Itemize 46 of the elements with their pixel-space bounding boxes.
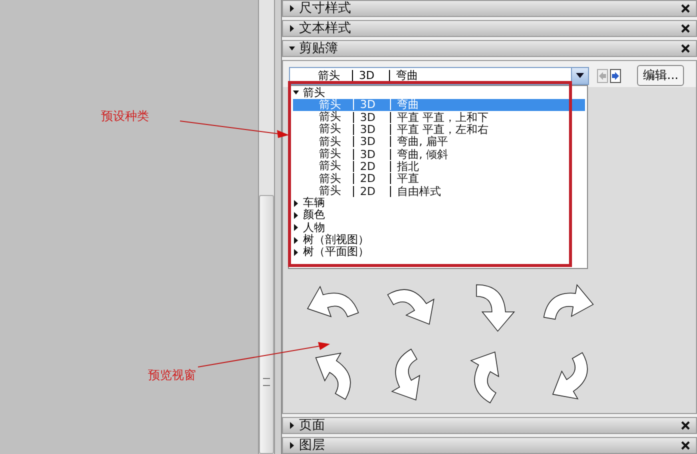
category-item[interactable]: 人物 bbox=[293, 222, 325, 234]
scrollbar[interactable] bbox=[258, 0, 275, 454]
preset-item[interactable]: 箭头 3D 平直 平直，左和右 bbox=[293, 123, 585, 136]
category-item[interactable]: 颜色 bbox=[293, 209, 325, 222]
panel-title: 页面 bbox=[299, 418, 326, 433]
scrollbar-thumb[interactable] bbox=[259, 195, 274, 454]
collapsed-triangle-icon[interactable] bbox=[289, 442, 295, 449]
preset-item[interactable]: 箭头 3D 平直 平直，上和下 bbox=[293, 111, 585, 124]
annotation-label: 预览视窗 bbox=[148, 367, 196, 384]
panel-title: 剪贴簿 bbox=[299, 41, 339, 56]
collapsed-triangle-icon[interactable] bbox=[289, 5, 295, 12]
preset-item[interactable]: 箭头 3D 弯曲, 扁平 bbox=[293, 136, 585, 148]
category-item[interactable]: 箭头 bbox=[293, 86, 325, 99]
category-item[interactable]: 树（平面图） bbox=[293, 246, 369, 259]
page-right-arrow-icon[interactable] bbox=[610, 68, 621, 82]
collapsed-triangle-icon[interactable] bbox=[289, 422, 295, 429]
collapsed-triangle-icon[interactable] bbox=[293, 212, 299, 220]
panel-header[interactable]: 图层 bbox=[282, 437, 697, 454]
preset-item[interactable]: 箭头 3D 弯曲, 倾斜 bbox=[293, 148, 585, 160]
category-item[interactable]: 车辆 bbox=[293, 197, 325, 210]
close-icon[interactable] bbox=[681, 4, 690, 13]
panel-title: 图层 bbox=[299, 438, 326, 453]
panel-header[interactable]: 文本样式 bbox=[282, 20, 697, 37]
collapsed-triangle-icon[interactable] bbox=[293, 224, 299, 232]
panel-header[interactable]: 页面 bbox=[282, 417, 697, 434]
preset-item[interactable]: 箭头 2D 自由样式 bbox=[293, 184, 585, 198]
preset-item[interactable]: 箭头 2D 平直 bbox=[293, 172, 585, 185]
panel-title: 尺寸样式 bbox=[299, 1, 352, 16]
panel-header[interactable]: 尺寸样式 bbox=[282, 0, 697, 17]
close-icon[interactable] bbox=[681, 44, 690, 53]
edit-button[interactable]: 编辑... bbox=[637, 65, 684, 86]
collapsed-triangle-icon[interactable] bbox=[293, 200, 299, 207]
close-icon[interactable] bbox=[681, 421, 690, 430]
preset-item[interactable]: 箭头 2D 指北 bbox=[293, 160, 585, 173]
panel-title: 文本样式 bbox=[299, 21, 352, 36]
expanded-triangle-icon[interactable] bbox=[293, 89, 299, 96]
close-icon[interactable] bbox=[681, 24, 690, 33]
dropdown-caret-icon[interactable] bbox=[576, 73, 584, 78]
collapsed-triangle-icon[interactable] bbox=[293, 236, 299, 244]
close-icon[interactable] bbox=[681, 441, 690, 450]
panel-header[interactable]: 剪贴簿 bbox=[282, 40, 697, 57]
expanded-triangle-icon[interactable] bbox=[289, 45, 295, 52]
annotation-label: 预设种类 bbox=[101, 108, 149, 125]
collapsed-triangle-icon[interactable] bbox=[293, 249, 299, 256]
category-item[interactable]: 树（剖视图） bbox=[293, 234, 369, 246]
collapsed-triangle-icon[interactable] bbox=[289, 25, 295, 32]
